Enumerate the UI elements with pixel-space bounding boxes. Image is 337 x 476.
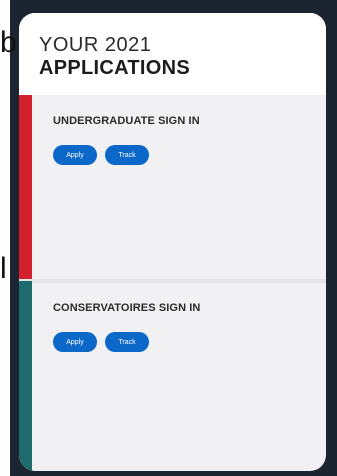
- card-title: APPLICATIONS: [39, 57, 191, 79]
- card-title-year: YOUR 2021: [39, 34, 152, 56]
- undergraduate-sign-in-label: UNDERGRADUATE SIGN IN: [53, 115, 200, 127]
- undergraduate-track-button[interactable]: Track: [105, 145, 149, 165]
- conservatoires-accent-stripe: [19, 281, 32, 471]
- conservatoires-section: CONSERVATOIRES SIGN IN Apply Track: [19, 281, 326, 471]
- undergraduate-accent-stripe: [19, 95, 32, 281]
- conservatoires-sign-in-label: CONSERVATOIRES SIGN IN: [53, 302, 201, 314]
- undergraduate-section: UNDERGRADUATE SIGN IN Apply Track: [19, 95, 326, 281]
- background-text-fragment: b: [0, 26, 17, 59]
- conservatoires-track-button[interactable]: Track: [105, 332, 149, 352]
- applications-card: YOUR 2021 APPLICATIONS UNDERGRADUATE SIG…: [19, 13, 326, 471]
- undergraduate-apply-button[interactable]: Apply: [53, 145, 97, 165]
- background-text-fragment: l: [0, 252, 7, 285]
- conservatoires-apply-button[interactable]: Apply: [53, 332, 97, 352]
- card-header: YOUR 2021 APPLICATIONS: [19, 13, 326, 95]
